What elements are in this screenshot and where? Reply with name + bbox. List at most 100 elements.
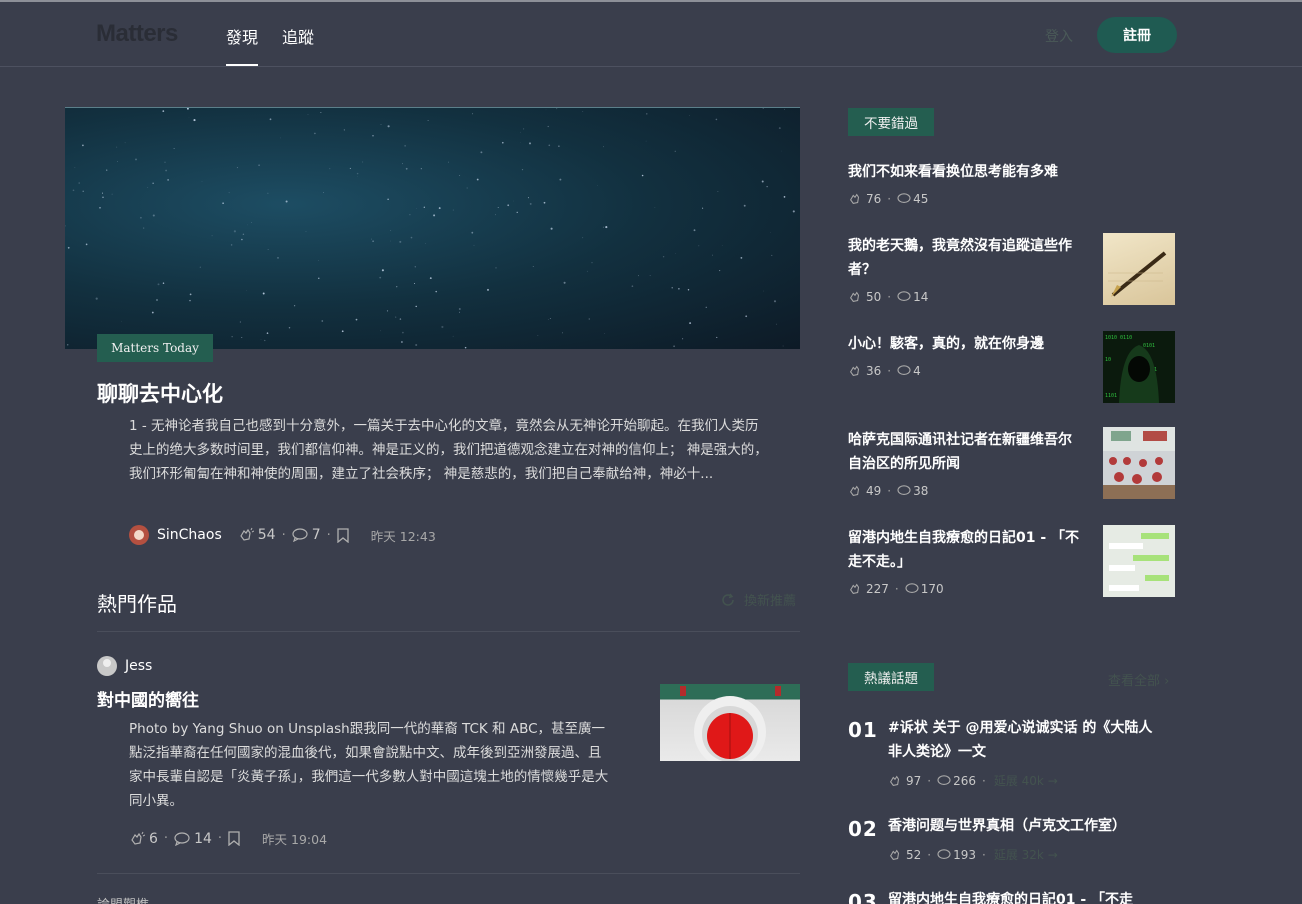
clap-icon [129,831,145,847]
topic-meta: 97 · 266 · 延展 40k → [888,772,1058,789]
publish-time: 昨天 12:43 [370,528,436,544]
clap-count: 52 [906,847,922,862]
dont-miss-item-title[interactable]: 我的老天鵝，我竟然沒有追蹤這些作者？ [848,234,1084,282]
clap-count: 97 [906,773,922,788]
clap-count: 50 [866,290,882,304]
signup-button[interactable]: 註冊 [1097,17,1177,53]
comment-count: 193 [953,847,977,862]
comment-icon [292,528,308,542]
publish-time: 昨天 19:04 [262,832,328,847]
feed-item-thumbnail[interactable] [660,684,800,761]
chat-screenshot-image [1109,533,1169,591]
topic-title[interactable]: #诉状 关于 @用爱心说诚实话 的《大陆人非人类论》一文 [888,716,1158,764]
dont-miss-item-meta: 227 · 170 [848,582,950,596]
feed-item-title[interactable]: 對中國的嚮往 [97,686,199,711]
comment-icon [937,848,951,861]
top-nav: Matters 發現 追蹤 登入 註冊 [0,2,1302,67]
hero-article-title[interactable]: 聊聊去中心化 [97,378,223,408]
topic-title[interactable]: 留港内地生自我療愈的日記01 - 「不走 [888,888,1158,904]
comment-count: 45 [913,192,929,206]
hot-topics-tag: 熱議話題 [848,663,934,691]
clap-count: 49 [866,484,882,498]
round-window-image [660,684,800,761]
matters-logo[interactable]: Matters [96,20,178,48]
next-feed-author[interactable]: 論盟觀樵 [97,894,149,904]
topic-rank: 01 [848,718,878,742]
refresh-recommendations-button[interactable]: 換新推薦 [720,590,796,609]
comment-count: 7 [311,527,321,543]
clap-icon [848,582,862,596]
clap-count: 36 [866,364,882,378]
dont-miss-item-meta: 49 · 38 [848,484,934,498]
topic-title[interactable]: 香港问题与世界真相（卢克文工作室） [888,814,1158,838]
svg-text:0101: 0101 [1143,343,1155,349]
svg-text:1010 0110: 1010 0110 [1105,335,1132,341]
clap-icon [848,192,862,206]
clap-icon [848,290,862,304]
dont-miss-tag: 不要錯過 [848,108,934,136]
feed-item-meta: 6 · 14 · 昨天 19:04 [129,829,327,848]
clap-icon [888,774,902,788]
hero-article-meta: SinChaos 54 · 7 · 昨天 12:43 [129,525,436,545]
feed-item-summary[interactable]: Photo by Yang Shuo on Unsplash跟我同一代的華裔 T… [129,717,614,813]
chat-screenshot-thumbnail[interactable] [1103,525,1175,597]
pen-image [1108,251,1167,297]
dont-miss-item-meta: 76 · 45 [848,192,934,206]
fountain-pen-thumbnail[interactable] [1103,233,1175,305]
topic-rank: 03 [848,890,878,904]
dont-miss-item-title[interactable]: 我们不如来看看换位思考能有多难 [848,160,1084,184]
feed-item-author: Jess [97,656,168,676]
dont-miss-item-meta: 36 · 4 [848,364,927,378]
clap-icon [888,848,902,862]
comment-count: 38 [913,484,929,498]
dont-miss-item-title[interactable]: 哈萨克国际通讯社记者在新疆维吾尔自治区的所见所闻 [848,428,1084,476]
avatar[interactable] [97,656,117,676]
classroom-thumbnail[interactable] [1103,427,1175,499]
refresh-label: 換新推薦 [744,594,797,609]
clap-count: 227 [866,582,889,596]
topic-extend-link[interactable]: 延展 32k → [994,846,1058,863]
bookmark-icon[interactable] [228,831,240,846]
clap-icon [848,484,862,498]
author-name[interactable]: Jess [125,658,152,674]
login-link[interactable]: 登入 [1045,26,1073,46]
clap-count: 6 [149,830,158,847]
topic-extend-link[interactable]: 延展 40k → [994,772,1058,789]
clap-icon [238,527,254,543]
comment-count: 14 [913,290,929,304]
tab-follow[interactable]: 追蹤 [282,24,314,66]
hacker-thumbnail[interactable]: 1010 011001011101 0011 100110 [1103,331,1175,403]
starfield-image [65,108,795,349]
refresh-icon [720,592,736,608]
comment-icon [897,365,911,377]
dont-miss-item-title[interactable]: 小心！駭客，真的，就在你身邊 [848,332,1084,356]
clap-icon [848,364,862,378]
dont-miss-item-meta: 50 · 14 [848,290,934,304]
matters-today-badge: Matters Today [97,334,213,362]
author-name[interactable]: SinChaos [157,527,222,543]
comment-icon [937,774,951,787]
comment-count: 14 [194,830,212,847]
view-all-topics-link[interactable]: 查看全部 › [1108,670,1169,689]
comment-count: 266 [953,773,977,788]
divider [97,873,800,874]
classroom-image [1103,427,1175,499]
hot-section-title: 熱門作品 [97,592,177,616]
divider [97,631,800,632]
clap-count: 54 [257,527,276,543]
bookmark-icon[interactable] [337,527,349,543]
comment-icon [905,583,919,595]
topic-meta: 52 · 193 · 延展 32k → [888,846,1058,863]
comment-icon [897,291,911,303]
avatar[interactable] [129,525,149,545]
hero-cover-image[interactable] [65,107,800,349]
tab-discover[interactable]: 發現 [226,24,259,66]
svg-text:10: 10 [1105,357,1111,363]
topic-rank: 02 [848,817,878,841]
clap-count: 76 [866,192,882,206]
comment-icon [174,831,190,846]
comment-icon [897,193,911,205]
comment-count: 170 [920,582,944,596]
hero-article-summary[interactable]: 1 - 无神论者我自己也感到十分意外，一篇关于去中心化的文章，竟然会从无神论开始… [129,414,769,486]
dont-miss-item-title[interactable]: 留港内地生自我療愈的日記01 - 「不走不走。」 [848,526,1084,574]
